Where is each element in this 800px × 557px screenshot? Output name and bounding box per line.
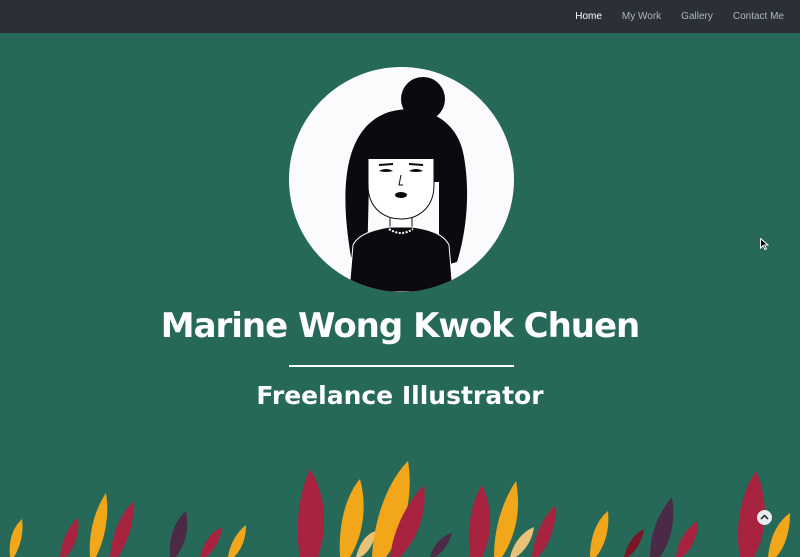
chevron-up-icon bbox=[760, 514, 769, 520]
nav-link-contact-me[interactable]: Contact Me bbox=[733, 11, 784, 22]
avatar bbox=[289, 67, 514, 292]
foliage-decoration bbox=[9, 461, 790, 557]
nav-link-gallery[interactable]: Gallery bbox=[681, 11, 713, 22]
navbar: Home My Work Gallery Contact Me bbox=[0, 0, 800, 33]
nav-link-home[interactable]: Home bbox=[575, 11, 602, 22]
mouse-cursor-icon bbox=[760, 238, 769, 250]
title-divider bbox=[289, 365, 514, 367]
leaf-cluster-left bbox=[9, 493, 246, 557]
page-title: Marine Wong Kwok Chuen bbox=[160, 306, 641, 346]
scroll-to-top-button[interactable] bbox=[757, 510, 772, 525]
leaf-cluster-center bbox=[297, 461, 556, 557]
page-subtitle: Freelance Illustrator bbox=[256, 381, 544, 410]
avatar-illustration bbox=[345, 77, 468, 292]
nav-link-my-work[interactable]: My Work bbox=[622, 11, 661, 22]
